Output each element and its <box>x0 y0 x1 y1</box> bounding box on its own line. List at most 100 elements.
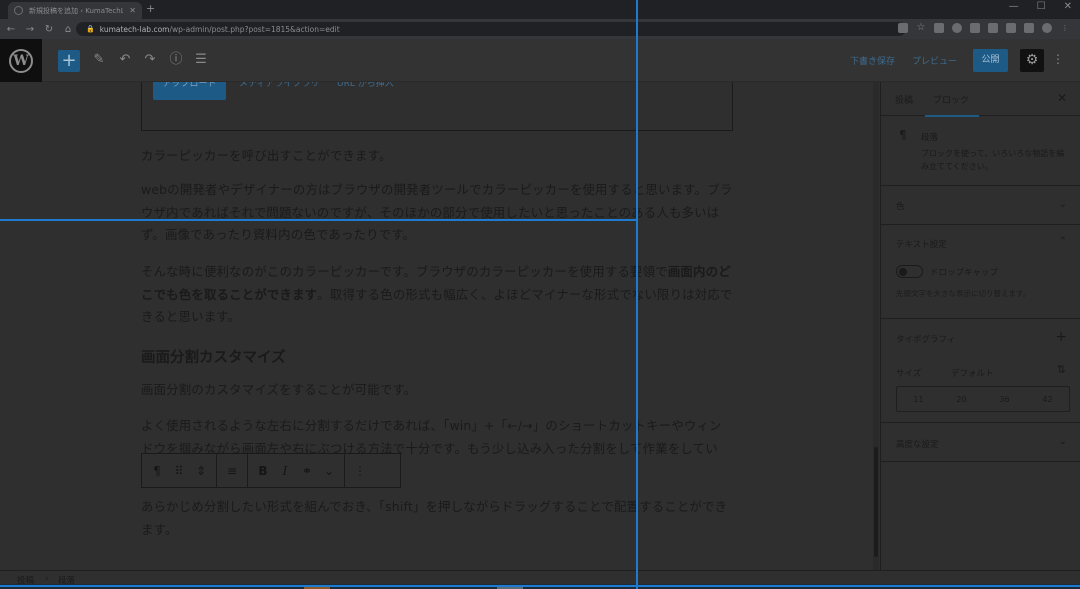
dropcap-toggle[interactable] <box>896 265 923 278</box>
preview-button[interactable]: プレビュー <box>912 54 957 67</box>
split-guide-vertical <box>636 0 638 589</box>
panel-color[interactable]: 色 ⌄ <box>881 186 1080 225</box>
chevron-up-icon[interactable]: ⌃ <box>1059 236 1067 247</box>
custom-size-settings-icon[interactable]: ⇅ <box>1057 363 1066 376</box>
minimize-icon[interactable]: — <box>1009 1 1019 12</box>
redo-icon[interactable]: ↷ <box>141 51 159 69</box>
back-icon[interactable]: ← <box>3 24 19 35</box>
profile-avatar-icon[interactable] <box>1042 23 1052 33</box>
breadcrumb-separator: › <box>45 574 49 584</box>
panel-typography-title: タイポグラフィ <box>896 335 956 345</box>
font-size-option[interactable]: 42 <box>1042 395 1052 404</box>
add-block-button[interactable]: + <box>58 50 80 72</box>
toggle-knob <box>899 267 907 276</box>
dropcap-label: ドロップキャップ <box>930 268 999 278</box>
paragraph-block[interactable]: 画面分割のカスタマイズをすることが可能です。 <box>141 379 733 402</box>
paragraph-block[interactable]: webの開発者やデザイナーの方はブラウザの開発者ツールでカラーピッカーを使用する… <box>141 179 733 247</box>
move-up-down-icon[interactable]: ⇕ <box>190 464 212 478</box>
block-description: ブロックを使って、いろいろな物語を編み立ててください。 <box>921 149 1065 171</box>
share-icon[interactable] <box>898 23 908 33</box>
tab-post[interactable]: 投稿 <box>895 93 913 106</box>
format-group: B I ⚭ ⌄ <box>248 454 345 487</box>
insert-from-url-link[interactable]: URL から挿入 <box>337 82 394 95</box>
home-icon[interactable]: ⌂ <box>60 24 76 35</box>
upload-button[interactable]: アップロード <box>153 82 226 100</box>
extension-icon[interactable] <box>952 23 962 33</box>
favicon-icon <box>14 6 23 15</box>
more-options-icon[interactable]: ⋮ <box>1052 52 1064 66</box>
browser-tab[interactable]: 新規投稿を追加 ‹ KumaTechLab — ✕ <box>8 2 142 19</box>
sidebar-tabs: 投稿 ブロック ✕ <box>881 82 1080 117</box>
bold-icon[interactable]: B <box>252 464 274 478</box>
heading-block[interactable]: 画面分割カスタマイズ <box>141 346 286 367</box>
split-guide-horizontal <box>0 219 637 221</box>
extension-icon[interactable] <box>934 23 944 33</box>
scroll-thumb[interactable] <box>874 447 878 557</box>
menu-kebab-icon[interactable]: ⋮ <box>1060 23 1070 33</box>
close-tab-icon[interactable]: ✕ <box>129 6 136 15</box>
options-group: ⋮ <box>345 454 375 487</box>
undo-icon[interactable]: ↶ <box>116 51 134 69</box>
font-size-option[interactable]: 20 <box>956 395 966 404</box>
close-sidebar-icon[interactable]: ✕ <box>1057 91 1067 105</box>
align-left-icon[interactable]: ≡ <box>221 464 243 478</box>
puzzle-icon[interactable] <box>1006 23 1016 33</box>
plus-icon[interactable]: + <box>1055 329 1067 345</box>
forward-icon[interactable]: → <box>22 24 38 35</box>
dropcap-help-text: 先頭文字を大きな表示に切り替えます。 <box>896 289 1031 298</box>
lock-icon: 🔒 <box>86 25 95 33</box>
sidebar-icon[interactable] <box>1024 23 1034 33</box>
tools-pencil-icon[interactable]: ✎ <box>90 51 108 69</box>
list-view-icon[interactable]: ☰ <box>192 51 210 69</box>
paragraph-block[interactable]: カラーピッカーを呼び出すことができます。 <box>141 145 733 168</box>
link-icon[interactable]: ⚭ <box>296 464 318 478</box>
extension-icons: ☆ ⋮ <box>898 23 1070 33</box>
url-text: kumatech-lab.com/wp-admin/post.php?post=… <box>99 24 340 34</box>
reload-icon[interactable]: ↻ <box>41 24 57 35</box>
font-size-option[interactable]: 11 <box>913 395 923 404</box>
settings-sidebar: 投稿 ブロック ✕ ¶ 段落 ブロックを使って、いろいろな物語を編み立ててくださ… <box>880 82 1080 570</box>
extension-icon[interactable] <box>970 23 980 33</box>
chevron-down-icon[interactable]: ⌄ <box>318 464 340 478</box>
align-group: ≡ <box>217 454 248 487</box>
wordpress-icon: W <box>9 48 33 73</box>
font-size-value: デフォルト <box>951 369 994 379</box>
panel-text-settings-title[interactable]: テキスト設定 <box>896 238 947 250</box>
block-options-icon[interactable]: ⋮ <box>349 464 371 478</box>
settings-gear-button[interactable]: ⚙ <box>1020 49 1044 72</box>
media-library-link[interactable]: メディアライブラリ <box>239 82 319 95</box>
font-size-option[interactable]: 36 <box>999 395 1009 404</box>
info-icon[interactable]: ⓘ <box>167 51 185 69</box>
maximize-icon[interactable]: ☐ <box>1037 1 1046 12</box>
bookmark-star-icon[interactable]: ☆ <box>916 23 926 33</box>
browser-toolbar: ← → ↻ ⌂ 🔒 kumatech-lab.com/wp-admin/post… <box>0 19 1080 39</box>
save-draft-button[interactable]: 下書き保存 <box>850 54 895 67</box>
panel-color-title: 色 <box>896 202 905 212</box>
browser-tab-title: 新規投稿を追加 ‹ KumaTechLab — <box>29 6 124 15</box>
publish-button[interactable]: 公開 <box>973 49 1008 72</box>
address-bar[interactable]: 🔒 kumatech-lab.com/wp-admin/post.php?pos… <box>76 22 906 36</box>
window-controls: — ☐ ✕ <box>1009 1 1072 12</box>
paragraph-block[interactable]: あらかじめ分割したい形式を組んでおき、「shift」を押しながらドラッグすること… <box>141 496 733 541</box>
extension-icon[interactable] <box>988 23 998 33</box>
italic-icon[interactable]: I <box>274 464 296 478</box>
drag-handle-icon[interactable]: ⠿ <box>168 464 190 478</box>
chevron-down-icon[interactable]: ⌄ <box>1059 436 1067 447</box>
editor-header: W + ✎ ↶ ↷ ⓘ ☰ 下書き保存 プレビュー 公開 ⚙ ⋮ <box>0 39 1080 82</box>
panel-advanced[interactable]: 高度な設定 ⌄ <box>881 423 1080 462</box>
font-size-picker: 11 20 36 42 <box>896 386 1070 412</box>
tab-block[interactable]: ブロック <box>925 93 980 117</box>
font-size-label: サイズ <box>896 369 922 379</box>
wordpress-logo-button[interactable]: W <box>0 39 42 82</box>
browser-tab-strip: 新規投稿を追加 ‹ KumaTechLab — ✕ + — ☐ ✕ <box>0 0 1080 19</box>
editor-scrollbar[interactable] <box>873 82 879 570</box>
editor-canvas: アップロード メディアライブラリ URL から挿入 カラーピッカーを呼び出すこと… <box>0 82 880 570</box>
block-name: 段落 <box>921 133 939 143</box>
panel-advanced-title: 高度な設定 <box>896 440 939 450</box>
close-window-icon[interactable]: ✕ <box>1064 1 1072 12</box>
block-toolbar: ¶ ⠿ ⇕ ≡ B I ⚭ ⌄ ⋮ <box>141 453 401 488</box>
paragraph-block[interactable]: そんな時に便利なのがこのカラーピッカーです。ブラウザのカラーピッカーを使用する要… <box>141 261 733 329</box>
paragraph-icon[interactable]: ¶ <box>146 464 168 478</box>
new-tab-button[interactable]: + <box>146 2 155 15</box>
chevron-down-icon[interactable]: ⌄ <box>1059 199 1067 210</box>
